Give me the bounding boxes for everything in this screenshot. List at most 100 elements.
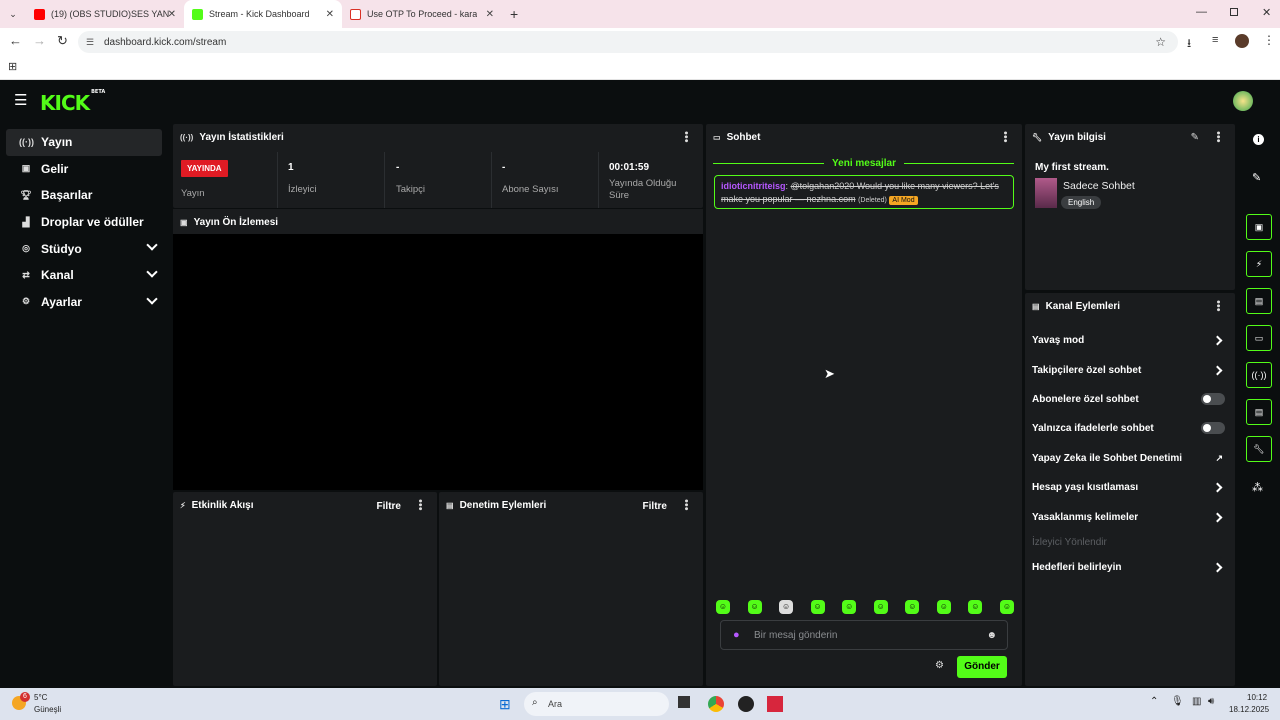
site-info-icon[interactable]: ☰ xyxy=(86,37,94,48)
chevron-right-icon xyxy=(1212,512,1223,522)
apps-grid-icon[interactable]: ⊞ xyxy=(8,60,17,73)
panel-title: ⚡︎ Etkinlik Akışı xyxy=(180,500,254,511)
moderation-panel-icon[interactable]: ▤ xyxy=(1246,288,1272,314)
start-button-icon[interactable]: ⊞ xyxy=(499,697,511,711)
divider xyxy=(384,152,385,208)
volume-icon[interactable]: 🔊︎ xyxy=(1208,696,1214,707)
action-slow-mode[interactable]: Yavaş mod xyxy=(1032,330,1225,350)
more-options-icon[interactable]: ••• xyxy=(1212,131,1224,143)
taskbar-search[interactable]: ⌕ Ara xyxy=(524,692,669,716)
emoji-picker-icon[interactable]: ☻ xyxy=(986,630,997,641)
tab-youtube[interactable]: (19) (OBS STUDIO)SES YANKI S ✕ xyxy=(26,0,184,28)
clock-date: 18.12.2025 xyxy=(1229,705,1270,714)
new-tab-icon[interactable]: + xyxy=(510,6,518,22)
chat-icon: ▭ xyxy=(713,133,721,142)
action-banned-words[interactable]: Yasaklanmış kelimeler xyxy=(1032,507,1225,527)
emote-icon[interactable]: ☺ xyxy=(779,600,794,614)
microphone-tray-icon[interactable]: 🎙︎ xyxy=(1171,696,1184,707)
close-tab-icon[interactable]: ✕ xyxy=(486,9,494,20)
drops-icon: ▟ xyxy=(22,216,30,227)
action-account-age[interactable]: Hesap yaşı kısıtlaması xyxy=(1032,477,1225,497)
edit-layout-icon[interactable]: ✎ xyxy=(1252,171,1261,184)
chrome-app-icon[interactable] xyxy=(708,696,724,712)
emote-icon[interactable]: ☺ xyxy=(842,600,857,614)
sidebar-item-droplar[interactable]: ▟ Droplar ve ödüller xyxy=(6,209,162,236)
app-icon[interactable] xyxy=(767,696,783,712)
more-options-icon[interactable]: ••• xyxy=(1212,300,1224,312)
address-bar: ← → ↻ ☰ dashboard.kick.com/stream ☆ ⭳ ≡ … xyxy=(0,28,1280,56)
task-view-icon[interactable] xyxy=(678,696,690,708)
minimize-icon[interactable]: — xyxy=(1196,6,1207,18)
share-icon[interactable]: ⁂ xyxy=(1252,481,1263,494)
browser-menu-icon[interactable]: ⋮ xyxy=(1263,33,1275,47)
subscribers-only-toggle[interactable] xyxy=(1201,393,1225,405)
tab-list-icon[interactable]: ⌄ xyxy=(0,9,26,20)
emotes-only-toggle[interactable] xyxy=(1201,422,1225,434)
send-button[interactable]: Gönder xyxy=(957,656,1007,678)
activity-panel-icon[interactable]: ⚡︎ xyxy=(1246,251,1272,277)
obs-app-icon[interactable] xyxy=(738,696,754,712)
bookmark-star-icon[interactable]: ☆ xyxy=(1155,35,1166,49)
panel-title: ▤ Denetim Eylemleri xyxy=(446,500,547,511)
sidebar-item-label: Kanal xyxy=(41,268,74,283)
network-icon[interactable]: ▥ xyxy=(1192,696,1201,707)
restore-icon[interactable] xyxy=(1230,8,1238,16)
microphone-icon[interactable]: ● xyxy=(733,629,740,641)
kick-logo[interactable]: KICK BETA xyxy=(40,89,105,115)
reload-icon[interactable]: ↻ xyxy=(57,33,68,49)
user-avatar[interactable] xyxy=(1233,91,1253,111)
edit-pencil-icon[interactable]: ✎ xyxy=(1191,132,1199,143)
emote-icon[interactable]: ☺ xyxy=(999,600,1014,614)
emote-icon[interactable]: ☺ xyxy=(716,600,730,614)
action-followers-only[interactable]: Takipçilere özel sohbet xyxy=(1032,360,1225,380)
more-options-icon[interactable]: ••• xyxy=(680,499,692,511)
hamburger-menu-icon[interactable]: ☰ xyxy=(14,91,27,109)
emote-icon[interactable]: ☺ xyxy=(810,600,825,614)
info-icon[interactable]: i xyxy=(1253,134,1264,145)
chat-input[interactable]: ● Bir mesaj gönderin ☻ xyxy=(720,620,1008,650)
emote-icon[interactable]: ☺ xyxy=(936,600,951,614)
tab-kick-dashboard[interactable]: Stream - Kick Dashboard ✕ xyxy=(184,0,342,28)
sidebar-item-ayarlar[interactable]: ⚙ Ayarlar xyxy=(6,289,162,316)
chat-settings-gear-icon[interactable]: ⚙ xyxy=(935,660,944,671)
emote-icon[interactable]: ☺ xyxy=(905,600,920,614)
tab-title: Use OTP To Proceed - karacom xyxy=(367,9,477,19)
preview-panel-icon[interactable]: ▣ xyxy=(1246,214,1272,240)
sidebar-item-yayin[interactable]: ((·)) Yayın xyxy=(6,129,162,156)
emote-icon[interactable]: ☺ xyxy=(873,600,888,614)
channel-actions-panel-icon[interactable]: ▤ xyxy=(1246,399,1272,425)
close-tab-icon[interactable]: ✕ xyxy=(168,9,176,20)
stream-info-panel-icon[interactable]: 🔧︎ xyxy=(1246,436,1272,462)
stats-panel-icon[interactable]: ((·)) xyxy=(1246,362,1272,388)
more-options-icon[interactable]: ••• xyxy=(999,131,1011,143)
chevron-up-icon[interactable]: ⌃ xyxy=(1150,696,1158,707)
forward-icon[interactable]: → xyxy=(33,33,46,48)
filter-button[interactable]: Filtre xyxy=(377,501,401,512)
sidebar-item-gelir[interactable]: ▣ Gelir xyxy=(6,156,162,183)
chat-panel-icon[interactable]: ▭ xyxy=(1246,325,1272,351)
close-tab-icon[interactable]: ✕ xyxy=(326,9,334,20)
emote-icon[interactable]: ☺ xyxy=(968,600,983,614)
sidebar-item-studyo[interactable]: ◎ Stüdyo xyxy=(6,235,162,262)
action-ai-moderation[interactable]: Yapay Zeka ile Sohbet Denetimi ↗ xyxy=(1032,448,1225,468)
stream-info-panel: 🔧︎ Yayın bilgisi ✎ ••• My first stream. S… xyxy=(1025,124,1235,290)
language-tag: English xyxy=(1061,196,1102,209)
chat-username[interactable]: idioticnitriteisg xyxy=(721,181,786,191)
action-set-goals[interactable]: Hedefleri belirleyin xyxy=(1032,557,1225,577)
more-options-icon[interactable]: ••• xyxy=(414,499,426,511)
back-icon[interactable]: ← xyxy=(9,33,22,48)
video-preview[interactable] xyxy=(173,234,703,490)
sidebar-item-kanal[interactable]: ⇄ Kanal xyxy=(6,262,162,289)
weather-text: Güneşli xyxy=(34,705,62,714)
chat-message[interactable]: idioticnitriteisg: @tolgahan2020 Would y… xyxy=(714,175,1014,209)
close-window-icon[interactable]: ✕ xyxy=(1262,6,1271,19)
sidebar-item-basarilar[interactable]: 🏆︎ Başarılar xyxy=(6,182,162,209)
emote-icon[interactable]: ☺ xyxy=(747,600,762,614)
profile-avatar[interactable] xyxy=(1235,34,1249,48)
filter-button[interactable]: Filtre xyxy=(643,501,667,512)
url-field[interactable]: ☰ dashboard.kick.com/stream ☆ xyxy=(78,31,1178,53)
more-options-icon[interactable]: ••• xyxy=(680,131,692,143)
tab-gmail[interactable]: Use OTP To Proceed - karacom ✕ xyxy=(342,0,502,28)
download-icon[interactable]: ⭳ xyxy=(1187,34,1191,55)
media-control-icon[interactable]: ≡ xyxy=(1212,34,1218,46)
